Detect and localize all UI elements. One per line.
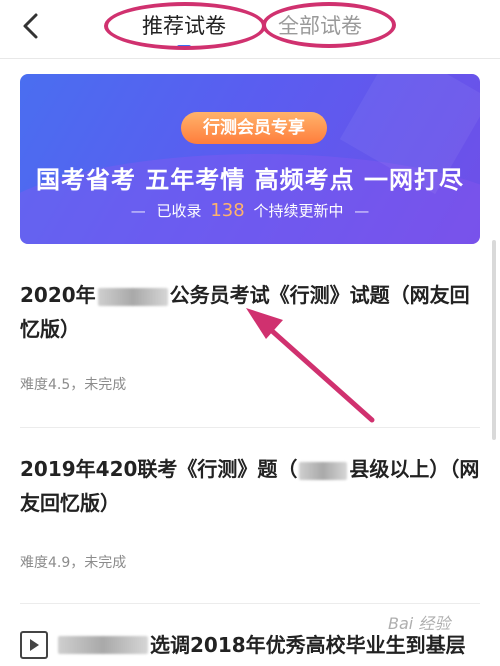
scrollbar[interactable]	[492, 240, 496, 440]
baidu-watermark: Bai 经验	[388, 614, 451, 633]
redacted-region	[58, 636, 148, 654]
paper-difficulty-status: 难度4.9，未完成	[20, 555, 127, 571]
top-nav-bar: 推荐试卷 全部试卷	[0, 0, 500, 56]
paper-title: 2019年420联考《行测》题（ 县级以上）（网友回忆版）	[20, 452, 482, 520]
member-badge: 行测会员专享	[181, 112, 327, 144]
back-button[interactable]	[14, 8, 50, 44]
paper-list-item[interactable]: 2020年 公务员考试《行测》试题（网友回忆版） 难度4.5，未完成	[20, 278, 482, 393]
tab-recommended-papers[interactable]: 推荐试卷	[142, 12, 226, 40]
banner-sub-suffix: 个持续更新中	[253, 202, 344, 220]
paper-title-start: 2019年420联考《行测》题（	[20, 457, 298, 481]
banner-subtitle: — 已收录 138 个持续更新中 —	[20, 200, 480, 221]
promo-banner[interactable]: 行测会员专享 国考省考 五年考情 高频考点 一网打尽 — 已收录 138 个持续…	[20, 74, 480, 244]
chevron-left-icon	[23, 13, 38, 39]
paper-difficulty-status: 难度4.5，未完成	[20, 377, 127, 393]
paper-title: 2020年 公务员考试《行测》试题（网友回忆版）	[20, 278, 482, 346]
paper-list-item[interactable]: 2019年420联考《行测》题（ 县级以上）（网友回忆版） 难度4.9，未完成	[20, 452, 482, 571]
redacted-region	[299, 461, 348, 480]
tab-all-papers[interactable]: 全部试卷	[278, 12, 362, 40]
banner-headline: 国考省考 五年考情 高频考点 一网打尽	[35, 166, 465, 194]
dash-right: —	[354, 202, 370, 220]
video-play-icon	[20, 631, 48, 659]
dash-left: —	[130, 202, 146, 220]
list-divider	[20, 427, 480, 428]
paper-title-start: 2020年	[20, 283, 96, 307]
banner-sub-prefix: 已收录	[156, 202, 202, 220]
header-divider	[0, 58, 500, 59]
active-tab-indicator	[177, 45, 191, 49]
banner-count: 138	[210, 200, 245, 221]
redacted-region	[97, 287, 168, 306]
list-divider	[20, 603, 480, 604]
